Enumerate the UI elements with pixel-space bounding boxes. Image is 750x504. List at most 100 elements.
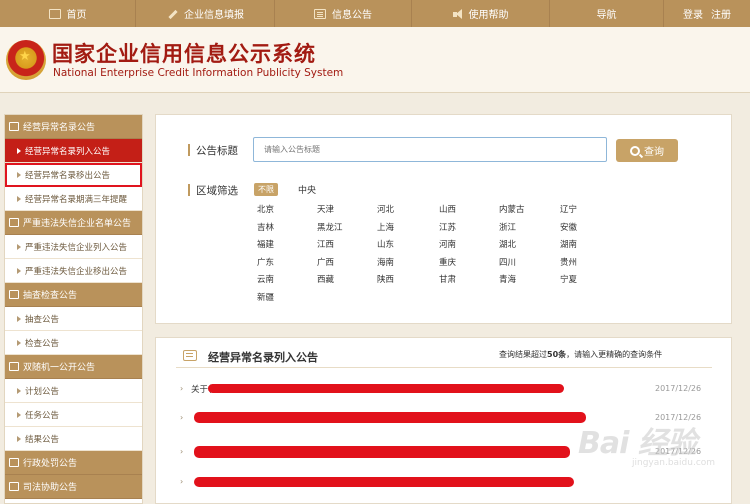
speaker-icon xyxy=(9,122,19,131)
nav-navigation-label: 导航 xyxy=(596,10,617,21)
region-option[interactable]: 内蒙古 xyxy=(499,203,525,215)
triangle-right-icon xyxy=(17,411,21,418)
sidebar-section-judicial[interactable]: 司法协助公告 xyxy=(5,475,142,499)
region-filter-label: 区域筛选 xyxy=(188,183,238,198)
nav-help[interactable]: 使用帮助 xyxy=(412,0,550,27)
region-option[interactable]: 辽宁 xyxy=(560,203,577,215)
sidebar-section-label: 司法协助公告 xyxy=(23,483,78,493)
region-option[interactable]: 西藏 xyxy=(317,273,334,285)
region-option[interactable]: 吉林 xyxy=(257,221,274,233)
region-option[interactable]: 湖北 xyxy=(499,238,516,250)
sidebar-item-label: 经营异常名录移出公告 xyxy=(25,170,111,181)
register-link[interactable]: 注册 xyxy=(711,6,731,21)
search-panel: 公告标题 查询 区域筛选 不限 中央 北京天津河北山西内蒙古辽宁吉林黑龙江上海江… xyxy=(155,114,732,324)
sidebar-item-label: 严重违法失信企业列入公告 xyxy=(25,242,128,253)
region-option[interactable]: 江西 xyxy=(317,238,334,250)
search-button[interactable]: 查询 xyxy=(616,139,678,162)
triangle-right-icon xyxy=(17,339,21,346)
triangle-right-icon xyxy=(17,315,21,322)
region-option[interactable]: 广东 xyxy=(257,256,274,268)
region-tag-central[interactable]: 中央 xyxy=(298,183,316,196)
region-option[interactable]: 重庆 xyxy=(439,256,456,268)
nav-report[interactable]: 企业信息填报 xyxy=(136,0,275,27)
nav-home[interactable]: 首页 xyxy=(0,0,136,27)
sidebar-item-check[interactable]: 检查公告 xyxy=(5,331,142,355)
sidebar-item-label: 检查公告 xyxy=(25,338,60,349)
redaction-mark xyxy=(194,412,586,423)
region-option[interactable]: 云南 xyxy=(257,273,274,285)
region-option[interactable]: 山西 xyxy=(439,203,456,215)
region-option[interactable]: 海南 xyxy=(377,256,394,268)
region-option[interactable]: 山东 xyxy=(377,238,394,250)
region-option[interactable]: 上海 xyxy=(377,221,394,233)
site-header: 国家企业信用信息公示系统 National Enterprise Credit … xyxy=(0,27,750,93)
sidebar-section-abnormal[interactable]: 经营异常名录公告 xyxy=(5,115,142,139)
speaker-icon xyxy=(452,8,463,19)
sidebar-item-label: 严重违法失信企业移出公告 xyxy=(25,266,128,277)
region-option[interactable]: 新疆 xyxy=(257,291,274,303)
results-note-suffix: ，请输入更精确的查询条件 xyxy=(566,350,663,359)
checkbox-icon xyxy=(9,290,19,299)
search-icon xyxy=(630,145,640,156)
sidebar-item-plan[interactable]: 计划公告 xyxy=(5,379,142,403)
sidebar-section-label: 双随机一公开公告 xyxy=(23,363,96,373)
region-option[interactable]: 青海 xyxy=(499,273,516,285)
region-option[interactable]: 河南 xyxy=(439,238,456,250)
chevron-right-icon: › xyxy=(180,384,184,393)
login-link[interactable]: 登录 xyxy=(683,6,703,21)
sidebar-item-abnormal-listed[interactable]: 经营异常名录列入公告 xyxy=(5,139,142,163)
nav-home-label: 首页 xyxy=(66,10,87,21)
result-row-date: 2017/12/26 xyxy=(655,384,702,393)
nav-announcements[interactable]: 信息公告 xyxy=(275,0,412,27)
redaction-mark xyxy=(208,384,564,393)
region-option[interactable]: 宁夏 xyxy=(560,273,577,285)
scale-icon xyxy=(9,482,19,491)
sidebar-section-label: 严重违法失信企业名单公告 xyxy=(23,219,132,229)
sidebar-item-task[interactable]: 任务公告 xyxy=(5,403,142,427)
nav-announcements-label: 信息公告 xyxy=(332,10,372,21)
region-option[interactable]: 安徽 xyxy=(560,221,577,233)
redaction-mark xyxy=(194,446,570,458)
sidebar-section-random[interactable]: 双随机一公开公告 xyxy=(5,355,142,379)
site-title[interactable]: 国家企业信用信息公示系统 xyxy=(52,38,316,68)
results-note-prefix: 查询结果超过 xyxy=(499,350,547,359)
top-nav: 首页 企业信息填报 信息公告 使用帮助 导航 登录 注册 xyxy=(0,0,750,27)
region-option[interactable]: 四川 xyxy=(499,256,516,268)
region-tag-all[interactable]: 不限 xyxy=(254,183,278,196)
sidebar-item-spot-check[interactable]: 抽查公告 xyxy=(5,307,142,331)
title-search-input[interactable] xyxy=(253,137,607,162)
sidebar-item-serious-listed[interactable]: 严重违法失信企业列入公告 xyxy=(5,235,142,259)
nav-navigation[interactable]: 导航 xyxy=(550,0,664,27)
triangle-right-icon xyxy=(17,147,21,154)
sidebar-item-result[interactable]: 结果公告 xyxy=(5,427,142,451)
region-option[interactable]: 河北 xyxy=(377,203,394,215)
region-option[interactable]: 甘肃 xyxy=(439,273,456,285)
region-option[interactable]: 浙江 xyxy=(499,221,516,233)
watermark-text: Bai 经验 xyxy=(578,426,697,461)
triangle-right-icon xyxy=(17,387,21,394)
nav-help-label: 使用帮助 xyxy=(468,10,509,21)
sidebar-item-abnormal-expiry[interactable]: 经营异常名录期满三年提醒 xyxy=(5,187,142,211)
region-option[interactable]: 天津 xyxy=(317,203,334,215)
result-row[interactable]: › 关于将 2017/12/26 xyxy=(180,382,710,396)
sidebar-item-serious-removed[interactable]: 严重违法失信企业移出公告 xyxy=(5,259,142,283)
region-option[interactable]: 福建 xyxy=(257,238,274,250)
region-option[interactable]: 湖南 xyxy=(560,238,577,250)
baidu-watermark: Bai 经验 jingyan.baidu.com xyxy=(578,418,748,478)
region-option[interactable]: 陕西 xyxy=(377,273,394,285)
watermark-subtext: jingyan.baidu.com xyxy=(632,458,716,468)
sidebar: 经营异常名录公告 经营异常名录列入公告 经营异常名录移出公告 经营异常名录期满三… xyxy=(4,114,143,504)
triangle-right-icon xyxy=(17,195,21,202)
redaction-mark xyxy=(194,477,574,487)
pen-icon xyxy=(166,9,178,19)
region-option[interactable]: 江苏 xyxy=(439,221,456,233)
region-option[interactable]: 贵州 xyxy=(560,256,577,268)
sidebar-section-penalty[interactable]: 行政处罚公告 xyxy=(5,451,142,475)
region-option[interactable]: 黑龙江 xyxy=(317,221,343,233)
sidebar-section-inspection[interactable]: 抽查检查公告 xyxy=(5,283,142,307)
sidebar-section-serious[interactable]: 严重违法失信企业名单公告 xyxy=(5,211,142,235)
sidebar-item-abnormal-removed[interactable]: 经营异常名录移出公告 xyxy=(5,163,142,187)
region-option[interactable]: 北京 xyxy=(257,203,274,215)
chevron-right-icon: › xyxy=(180,413,184,422)
region-option[interactable]: 广西 xyxy=(317,256,334,268)
